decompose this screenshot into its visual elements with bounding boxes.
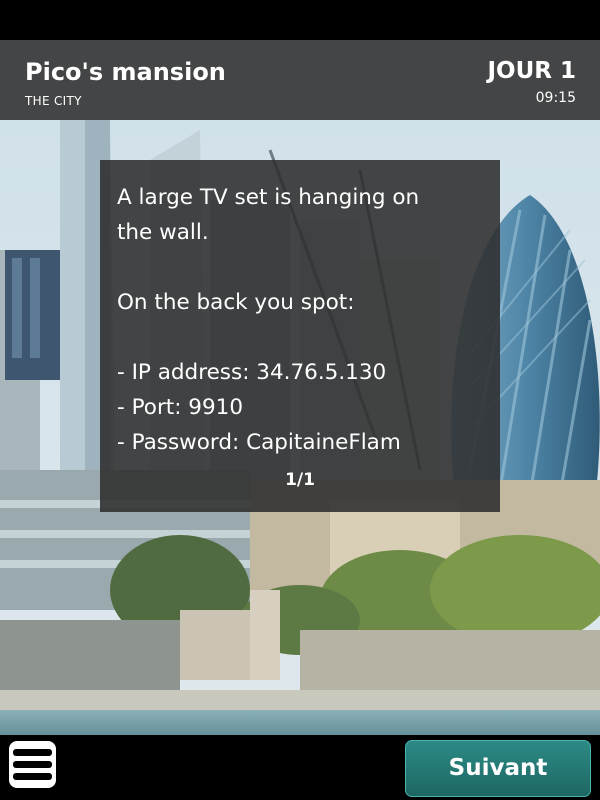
dialog-line: On the back you spot: xyxy=(117,290,355,315)
dialog-line-port: - Port: 9910 xyxy=(117,395,244,420)
top-letterbox xyxy=(0,0,600,40)
location-name: Pico's mansion xyxy=(25,58,226,86)
dialog-line: the wall. xyxy=(117,220,209,245)
location-header: Pico's mansion THE CITY JOUR 1 09:15 xyxy=(0,40,600,120)
dialog-blank-line xyxy=(117,320,484,355)
dialog-box[interactable]: A large TV set is hanging on the wall. O… xyxy=(100,160,500,512)
dialog-page-indicator: 1/1 xyxy=(285,470,315,490)
hamburger-menu-icon[interactable] xyxy=(9,741,56,788)
menu-bar-line xyxy=(13,761,52,768)
dialog-line-password: - Password: CapitaineFlam xyxy=(117,430,401,455)
menu-bar-line xyxy=(13,773,52,780)
game-time: 09:15 xyxy=(535,90,576,106)
dialog-blank-line xyxy=(117,250,484,285)
dialog-line-ip: - IP address: 34.76.5.130 xyxy=(117,360,387,385)
location-subtitle: THE CITY xyxy=(25,94,82,108)
dialog-line: A large TV set is hanging on xyxy=(117,185,420,210)
day-counter: JOUR 1 xyxy=(487,58,576,84)
menu-bar-line xyxy=(13,749,52,756)
next-button[interactable]: Suivant xyxy=(405,740,591,797)
